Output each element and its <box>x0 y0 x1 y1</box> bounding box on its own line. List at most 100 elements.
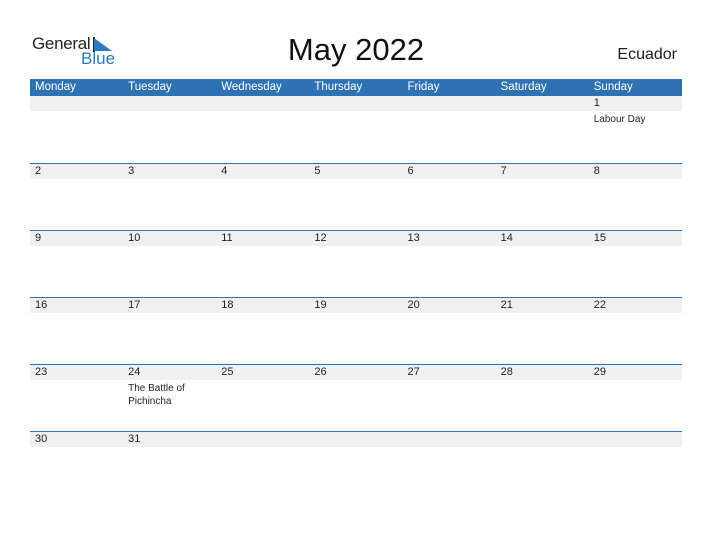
day-number: 13 <box>407 232 420 244</box>
day-number: 31 <box>128 433 141 445</box>
day-cell: 28 <box>496 365 589 431</box>
day-number: 17 <box>128 299 141 311</box>
day-number: 16 <box>35 299 48 311</box>
day-number: 15 <box>593 232 606 244</box>
day-cell: 22 <box>589 298 682 364</box>
day-number: 23 <box>35 366 48 378</box>
day-number <box>501 96 589 111</box>
day-cell: 29 <box>589 365 682 431</box>
day-number: 18 <box>221 299 234 311</box>
day-cell: 7 <box>496 164 589 230</box>
day-cell <box>309 96 402 163</box>
day-number: 10 <box>128 232 141 244</box>
weekday-wednesday: Wednesday <box>221 81 282 93</box>
day-cell: 25 <box>216 365 309 431</box>
day-number: 12 <box>314 232 327 244</box>
day-number <box>408 432 496 447</box>
day-cell <box>216 432 309 498</box>
day-number: 26 <box>314 366 327 378</box>
week-row: 9 10 11 12 13 14 15 <box>30 230 682 297</box>
day-number: 2 <box>35 165 42 177</box>
day-number: 14 <box>500 232 513 244</box>
day-cell: 17 <box>123 298 216 364</box>
day-number <box>35 96 123 111</box>
country-label: Ecuador <box>617 46 677 63</box>
day-cell: 15 <box>589 231 682 297</box>
day-number: 20 <box>407 299 420 311</box>
day-number: 28 <box>500 366 513 378</box>
week-row: 2 3 4 5 6 7 8 <box>30 163 682 230</box>
day-number <box>314 432 402 447</box>
day-cell: 4 <box>216 164 309 230</box>
weekday-saturday: Saturday <box>500 81 547 93</box>
day-number <box>221 432 309 447</box>
calendar-title: May 2022 <box>287 32 425 67</box>
day-cell: 2 <box>30 164 123 230</box>
day-number <box>128 96 216 111</box>
day-number: 7 <box>500 165 507 177</box>
calendar-grid: Monday Tuesday Wednesday Thursday Friday… <box>30 79 682 498</box>
day-cell: 14 <box>496 231 589 297</box>
day-cell: 10 <box>123 231 216 297</box>
day-number <box>408 96 496 111</box>
day-number: 29 <box>593 366 606 378</box>
day-number: 24 <box>128 366 141 378</box>
day-number: 22 <box>593 299 606 311</box>
day-cell: 18 <box>216 298 309 364</box>
day-cell: 9 <box>30 231 123 297</box>
week-row: 30 31 <box>30 431 682 498</box>
week-row: 1 Labour Day <box>30 96 682 163</box>
day-number: 19 <box>314 299 327 311</box>
day-cell: 3 <box>123 164 216 230</box>
day-cell <box>403 96 496 163</box>
week-row: 23 24 The Battle of Pichincha 25 26 27 28 29 <box>30 364 682 431</box>
weeks-container: 1 Labour Day 2 3 4 5 6 7 8 9 10 11 12 13 14 15 16 17 18 19 2… <box>30 96 682 498</box>
day-number: 1 <box>593 97 600 109</box>
week-row: 16 17 18 19 20 21 22 <box>30 297 682 364</box>
day-cell: 8 <box>589 164 682 230</box>
day-number <box>314 96 402 111</box>
day-number: 27 <box>407 366 420 378</box>
day-cell: 31 <box>123 432 216 498</box>
day-number <box>221 96 309 111</box>
day-cell <box>496 96 589 163</box>
day-number: 4 <box>221 165 228 177</box>
holiday-label: The Battle of Pichincha <box>128 383 185 407</box>
day-number: 6 <box>407 165 414 177</box>
day-cell: 13 <box>403 231 496 297</box>
day-number: 9 <box>35 232 42 244</box>
weekday-tuesday: Tuesday <box>128 81 172 93</box>
day-cell: 27 <box>403 365 496 431</box>
day-cell <box>496 432 589 498</box>
day-cell: 19 <box>309 298 402 364</box>
day-cell: 1 Labour Day <box>589 96 682 163</box>
weekday-thursday: Thursday <box>314 81 363 93</box>
day-cell: 11 <box>216 231 309 297</box>
day-cell: 20 <box>403 298 496 364</box>
day-number <box>501 432 589 447</box>
day-number: 3 <box>128 165 135 177</box>
day-cell <box>123 96 216 163</box>
day-cell: 6 <box>403 164 496 230</box>
weekday-header: Monday Tuesday Wednesday Thursday Friday… <box>30 79 682 96</box>
day-cell: 30 <box>30 432 123 498</box>
day-cell <box>589 432 682 498</box>
day-cell <box>216 96 309 163</box>
day-cell: 21 <box>496 298 589 364</box>
holiday-label: Labour Day <box>593 114 646 125</box>
day-cell: 26 <box>309 365 402 431</box>
day-cell: 5 <box>309 164 402 230</box>
day-number: 21 <box>500 299 513 311</box>
day-cell: 23 <box>30 365 123 431</box>
day-cell: 16 <box>30 298 123 364</box>
day-cell: 24 The Battle of Pichincha <box>123 365 216 431</box>
day-number: 5 <box>314 165 321 177</box>
weekday-friday: Friday <box>407 81 440 93</box>
weekday-monday: Monday <box>35 81 76 93</box>
day-number: 30 <box>35 433 48 445</box>
day-cell <box>30 96 123 163</box>
day-number <box>594 432 682 447</box>
day-number: 11 <box>221 232 233 244</box>
day-cell <box>403 432 496 498</box>
weekday-sunday: Sunday <box>593 81 633 93</box>
